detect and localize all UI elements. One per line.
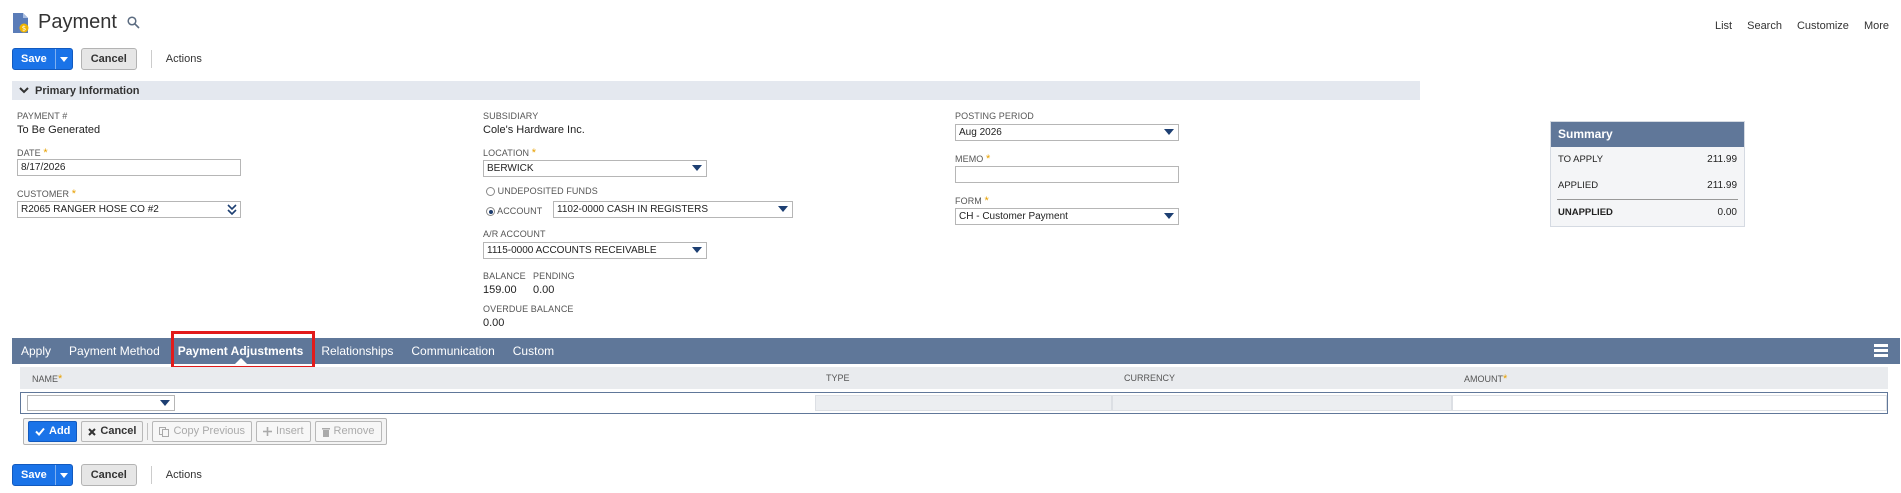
list-link[interactable]: List — [1715, 20, 1732, 32]
balance-value: 159.00 — [483, 284, 517, 296]
balance-label: BALANCE — [483, 271, 526, 281]
page-header: $ Payment — [12, 11, 140, 34]
summary-applied: APPLIED 211.99 — [1558, 180, 1737, 191]
chevron-down-icon — [19, 87, 29, 94]
adjustments-grid-header: NAME* TYPE CURRENCY AMOUNT* — [20, 367, 1888, 389]
payment-record-icon: $ — [13, 12, 29, 33]
type-column-header: TYPE — [826, 373, 850, 383]
save-options-dropdown[interactable] — [54, 49, 72, 69]
account-radio-row[interactable]: ACCOUNT — [486, 206, 542, 217]
save-options-dropdown-bottom[interactable] — [54, 465, 72, 485]
pending-label: PENDING — [533, 271, 575, 281]
trash-icon — [321, 427, 330, 437]
copy-previous-button[interactable]: Copy Previous — [152, 421, 253, 442]
tab-payment-method[interactable]: Payment Method — [60, 338, 169, 364]
dropdown-arrow-icon — [160, 400, 170, 406]
line-buttons: Add Cancel Copy Previous Insert Remove — [23, 418, 387, 445]
save-button-bottom[interactable]: Save — [12, 464, 73, 486]
pending-value: 0.00 — [533, 284, 555, 296]
dropdown-arrow-icon — [1164, 129, 1174, 135]
ar-account-label: A/R ACCOUNT — [483, 229, 546, 239]
customize-link[interactable]: Customize — [1797, 20, 1849, 32]
name-column-header: NAME* — [32, 373, 63, 385]
checkmark-icon — [35, 427, 45, 436]
name-select[interactable] — [27, 395, 175, 411]
insert-button[interactable]: Insert — [256, 421, 311, 442]
highlight-box — [171, 331, 315, 369]
dropdown-arrow-icon — [1164, 213, 1174, 219]
top-links: List Search Customize More — [1715, 20, 1889, 32]
payment-number-value: To Be Generated — [17, 124, 101, 136]
adjustments-edit-row — [20, 392, 1888, 414]
plus-icon — [263, 427, 273, 436]
location-select[interactable]: BERWICK — [483, 160, 707, 177]
dropdown-arrow-icon — [692, 247, 702, 253]
copy-icon — [159, 426, 170, 437]
location-label: LOCATION * — [483, 147, 537, 159]
cancel-button[interactable]: Cancel — [80, 48, 137, 70]
summary-panel: Summary TO APPLY 211.99 APPLIED 211.99 UNA… — [1550, 121, 1745, 227]
subsidiary-value: Cole's Hardware Inc. — [483, 124, 585, 136]
toolbar-divider — [150, 466, 152, 484]
menu-icon[interactable] — [1874, 344, 1888, 357]
cancel-button-bottom[interactable]: Cancel — [80, 464, 137, 486]
memo-field[interactable] — [955, 166, 1179, 183]
tab-relationships[interactable]: Relationships — [312, 338, 402, 364]
amount-column-header: AMOUNT* — [1464, 373, 1508, 385]
actions-menu[interactable]: Actions — [166, 53, 202, 65]
cancel-line-button[interactable]: Cancel — [81, 421, 144, 442]
account-radio[interactable] — [486, 207, 495, 217]
ar-account-select[interactable]: 1115-0000 ACCOUNTS RECEIVABLE — [483, 242, 707, 259]
add-line-button[interactable]: Add — [28, 421, 78, 442]
more-link[interactable]: More — [1864, 20, 1889, 32]
search-icon[interactable] — [127, 16, 140, 29]
date-field[interactable]: 8/17/2026 — [17, 159, 241, 176]
tab-custom[interactable]: Custom — [504, 338, 563, 364]
bottom-toolbar: Save Cancel Actions — [12, 464, 202, 486]
currency-cell — [1112, 395, 1452, 411]
remove-button[interactable]: Remove — [314, 421, 382, 442]
overdue-balance-label: OVERDUE BALANCE — [483, 304, 574, 314]
toolbar-divider — [150, 50, 152, 68]
undeposited-funds-radio-row[interactable]: UNDEPOSITED FUNDS — [486, 186, 598, 197]
chevron-down-icon — [59, 472, 68, 478]
subsidiary-label: SUBSIDIARY — [483, 111, 539, 121]
date-label: DATE * — [17, 147, 48, 159]
summary-title: Summary — [1551, 122, 1744, 147]
posting-period-label: POSTING PERIOD — [955, 111, 1034, 121]
account-select[interactable]: 1102-0000 CASH IN REGISTERS — [553, 201, 793, 218]
memo-label: MEMO * — [955, 153, 991, 165]
top-toolbar: Save Cancel Actions — [12, 48, 202, 70]
summary-to-apply: TO APPLY 211.99 — [1558, 154, 1737, 165]
summary-unapplied: UNAPPLIED 0.00 — [1558, 207, 1737, 218]
form-select[interactable]: CH - Customer Payment — [955, 208, 1179, 225]
type-cell — [815, 395, 1112, 411]
currency-column-header: CURRENCY — [1124, 373, 1176, 383]
tab-communication[interactable]: Communication — [402, 338, 503, 364]
chevron-down-icon — [59, 56, 68, 62]
payment-number-label: PAYMENT # — [17, 111, 68, 121]
actions-menu-bottom[interactable]: Actions — [166, 469, 202, 481]
line-buttons-divider — [147, 423, 149, 440]
amount-cell[interactable] — [1452, 395, 1887, 411]
primary-information-header[interactable]: Primary Information — [12, 81, 1420, 100]
dropdown-arrow-icon — [778, 206, 788, 212]
tab-apply[interactable]: Apply — [12, 338, 60, 364]
save-button[interactable]: Save — [12, 48, 73, 70]
svg-text:$: $ — [22, 24, 26, 32]
dropdown-arrow-icon — [692, 165, 702, 171]
close-icon — [88, 427, 97, 436]
overdue-balance-value: 0.00 — [483, 317, 505, 329]
search-link[interactable]: Search — [1747, 20, 1782, 32]
posting-period-select[interactable]: Aug 2026 — [955, 124, 1179, 141]
customer-label: CUSTOMER * — [17, 188, 77, 200]
page-title: Payment — [38, 11, 117, 33]
form-label: FORM * — [955, 195, 989, 207]
double-chevron-down-icon[interactable] — [227, 204, 237, 215]
undeposited-funds-radio[interactable] — [486, 187, 495, 197]
customer-field[interactable]: R2065 RANGER HOSE CO #2 — [17, 201, 241, 218]
